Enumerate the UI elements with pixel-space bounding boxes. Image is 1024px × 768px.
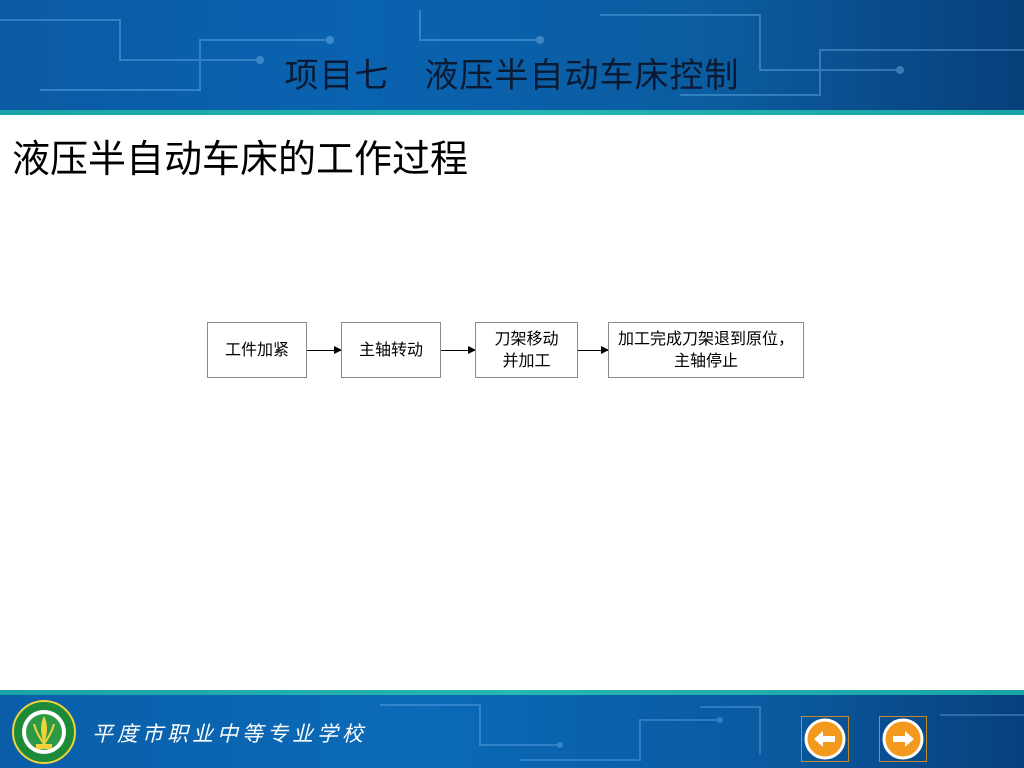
slide-title: 项目七 液压半自动车床控制 xyxy=(284,56,740,96)
school-name-text: 平度市职业中等专业学校 xyxy=(92,722,367,746)
previous-slide-button[interactable] xyxy=(801,716,849,762)
flow-step-1: 工件加紧 xyxy=(207,322,307,378)
header-divider xyxy=(0,110,1024,115)
flow-step-2: 主轴转动 xyxy=(341,322,441,378)
flow-step-4: 加工完成刀架退到原位，主轴停止 xyxy=(608,322,804,378)
header-banner: 项目七 液压半自动车床控制 xyxy=(0,0,1024,110)
arrow-left-icon xyxy=(804,718,846,760)
school-emblem-icon xyxy=(12,700,76,764)
section-heading: 液压半自动车床的工作过程 xyxy=(12,137,469,181)
next-slide-button[interactable] xyxy=(879,716,927,762)
flow-arrow-3 xyxy=(578,346,609,354)
flow-arrow-2 xyxy=(441,346,476,354)
flow-step-3: 刀架移动并加工 xyxy=(475,322,578,378)
flow-arrow-1 xyxy=(307,346,342,354)
arrow-right-icon xyxy=(882,718,924,760)
